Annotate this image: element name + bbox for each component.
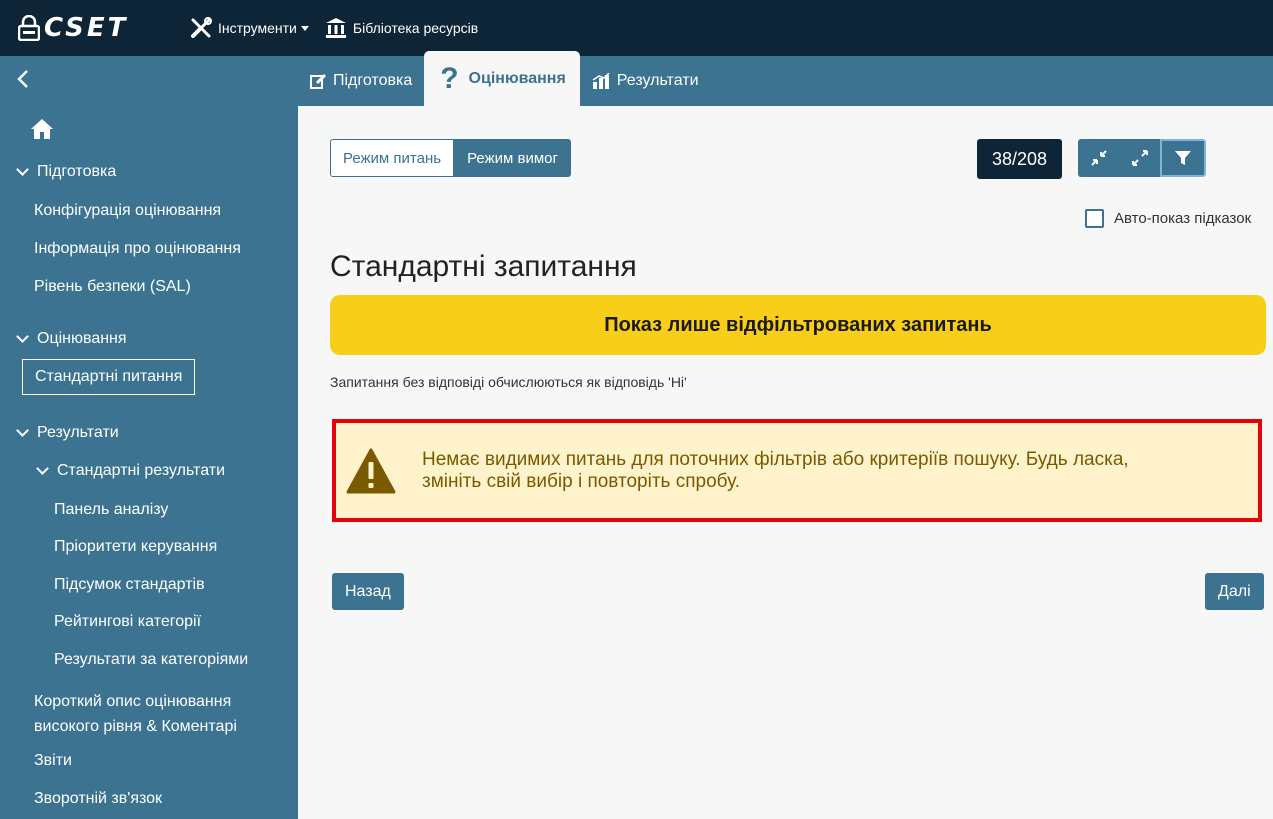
question-counter: 38/208 (977, 139, 1062, 179)
questions-mode-button[interactable]: Режим питань (330, 139, 455, 177)
warning-message: Немає видимих питань для поточних фільтр… (422, 449, 1129, 493)
next-button[interactable]: Далі (1205, 573, 1264, 610)
sidebar-section-assessment[interactable]: Оцінювання (16, 330, 127, 348)
wrench-icon (191, 17, 212, 38)
caret-down-icon (300, 25, 309, 31)
sidebar-section-label: Підготовка (37, 163, 117, 180)
chevron-down-icon (16, 424, 29, 437)
home-icon (31, 119, 53, 139)
summary-line-1: Короткий опис оцінювання (34, 693, 232, 710)
sidebar-item-standard-questions[interactable]: Стандартні питання (22, 359, 196, 395)
expand-icon (1131, 150, 1148, 166)
tools-label: Інструменти (218, 20, 297, 36)
sidebar-item-results-by-category[interactable]: Результати за категоріями (54, 651, 248, 669)
chevron-down-icon (16, 163, 29, 176)
tab-bar: Підготовка ? Оцінювання Результати (0, 51, 1273, 106)
toolbar (1078, 139, 1206, 177)
chevron-left-icon (17, 70, 28, 88)
page-title: Стандартні запитання (330, 250, 637, 283)
sidebar-item-ranked-categories[interactable]: Рейтингові категорії (54, 613, 201, 631)
mode-toggle: Режим питань Режим вимог (330, 139, 571, 177)
sidebar-section-preparation[interactable]: Підготовка (16, 163, 117, 181)
logo-text: CSET (44, 13, 129, 43)
sidebar-item-reports[interactable]: Звіти (34, 752, 72, 770)
sidebar-section-results[interactable]: Результати (16, 424, 119, 442)
lock-icon (18, 15, 40, 41)
auto-hints-label: Авто-показ підказок (1114, 210, 1252, 227)
tab-results[interactable]: Результати (580, 56, 711, 106)
no-questions-warning: Немає видимих питань для поточних фільтр… (332, 419, 1262, 522)
filter-banner: Показ лише відфільтрованих запитань (330, 295, 1266, 355)
summary-line-2: високого рівня & Коментарі (34, 718, 237, 735)
sidebar-collapse-button[interactable] (10, 66, 36, 92)
sidebar-item-executive-summary[interactable]: Короткий опис оцінювання високого рівня … (34, 689, 237, 739)
sidebar-section-standard-results[interactable]: Стандартні результати (36, 462, 226, 480)
sidebar-section-label: Результати (37, 424, 119, 441)
requirements-mode-button[interactable]: Режим вимог (454, 139, 571, 177)
warning-line-2: змініть свій вибір і повторіть спробу. (422, 470, 740, 492)
sidebar: Підготовка Конфігурація оцінювання Інфор… (0, 106, 298, 819)
sidebar-item-control-priorities[interactable]: Пріоритети керування (54, 538, 217, 556)
top-bar: CSET Інструменти Бібліотека ресурсів (0, 0, 1273, 56)
tab-preparation-label: Підготовка (333, 72, 413, 89)
auto-hints-option: Авто-показ підказок (1085, 209, 1251, 228)
tools-menu[interactable]: Інструменти (190, 17, 309, 39)
home-button[interactable] (30, 118, 54, 145)
chart-icon (592, 73, 610, 89)
sidebar-item-standards-summary[interactable]: Підсумок стандартів (54, 576, 205, 594)
edit-icon (310, 73, 326, 89)
tab-assessment-label: Оцінювання (468, 69, 566, 87)
library-label: Бібліотека ресурсів (352, 20, 479, 36)
tab-assessment[interactable]: ? Оцінювання (424, 51, 580, 106)
sidebar-section-label: Оцінювання (37, 330, 127, 347)
warning-line-1: Немає видимих питань для поточних фільтр… (422, 448, 1129, 470)
compress-icon (1090, 150, 1107, 166)
tab-preparation[interactable]: Підготовка (298, 56, 424, 106)
auto-hints-checkbox[interactable] (1085, 209, 1104, 228)
sidebar-item-configuration[interactable]: Конфігурація оцінювання (34, 202, 221, 220)
warning-icon (346, 448, 396, 493)
sidebar-item-sal[interactable]: Рівень безпеки (SAL) (34, 278, 191, 296)
filter-button[interactable] (1160, 139, 1206, 177)
sidebar-item-analysis-dashboard[interactable]: Панель аналізу (54, 501, 168, 519)
back-button[interactable]: Назад (332, 573, 404, 610)
chevron-down-icon (36, 462, 49, 475)
filter-icon (1175, 151, 1191, 165)
library-icon (325, 18, 346, 38)
cset-logo[interactable]: CSET (18, 13, 168, 43)
unanswered-note: Запитання без відповіді обчислюються як … (330, 374, 687, 390)
chevron-down-icon (16, 330, 29, 343)
sidebar-item-feedback[interactable]: Зворотній зв'язок (34, 790, 162, 808)
main-content: Режим питань Режим вимог 38/208 Авто-пок… (298, 106, 1273, 819)
sidebar-section-label: Стандартні результати (57, 462, 226, 479)
sidebar-item-assessment-info[interactable]: Інформація про оцінювання (34, 240, 241, 258)
resource-library-link[interactable]: Бібліотека ресурсів (325, 17, 478, 39)
tab-results-label: Результати (616, 72, 699, 89)
expand-all-button[interactable] (1119, 139, 1160, 177)
collapse-all-button[interactable] (1078, 139, 1119, 177)
question-icon: ? (440, 61, 459, 95)
